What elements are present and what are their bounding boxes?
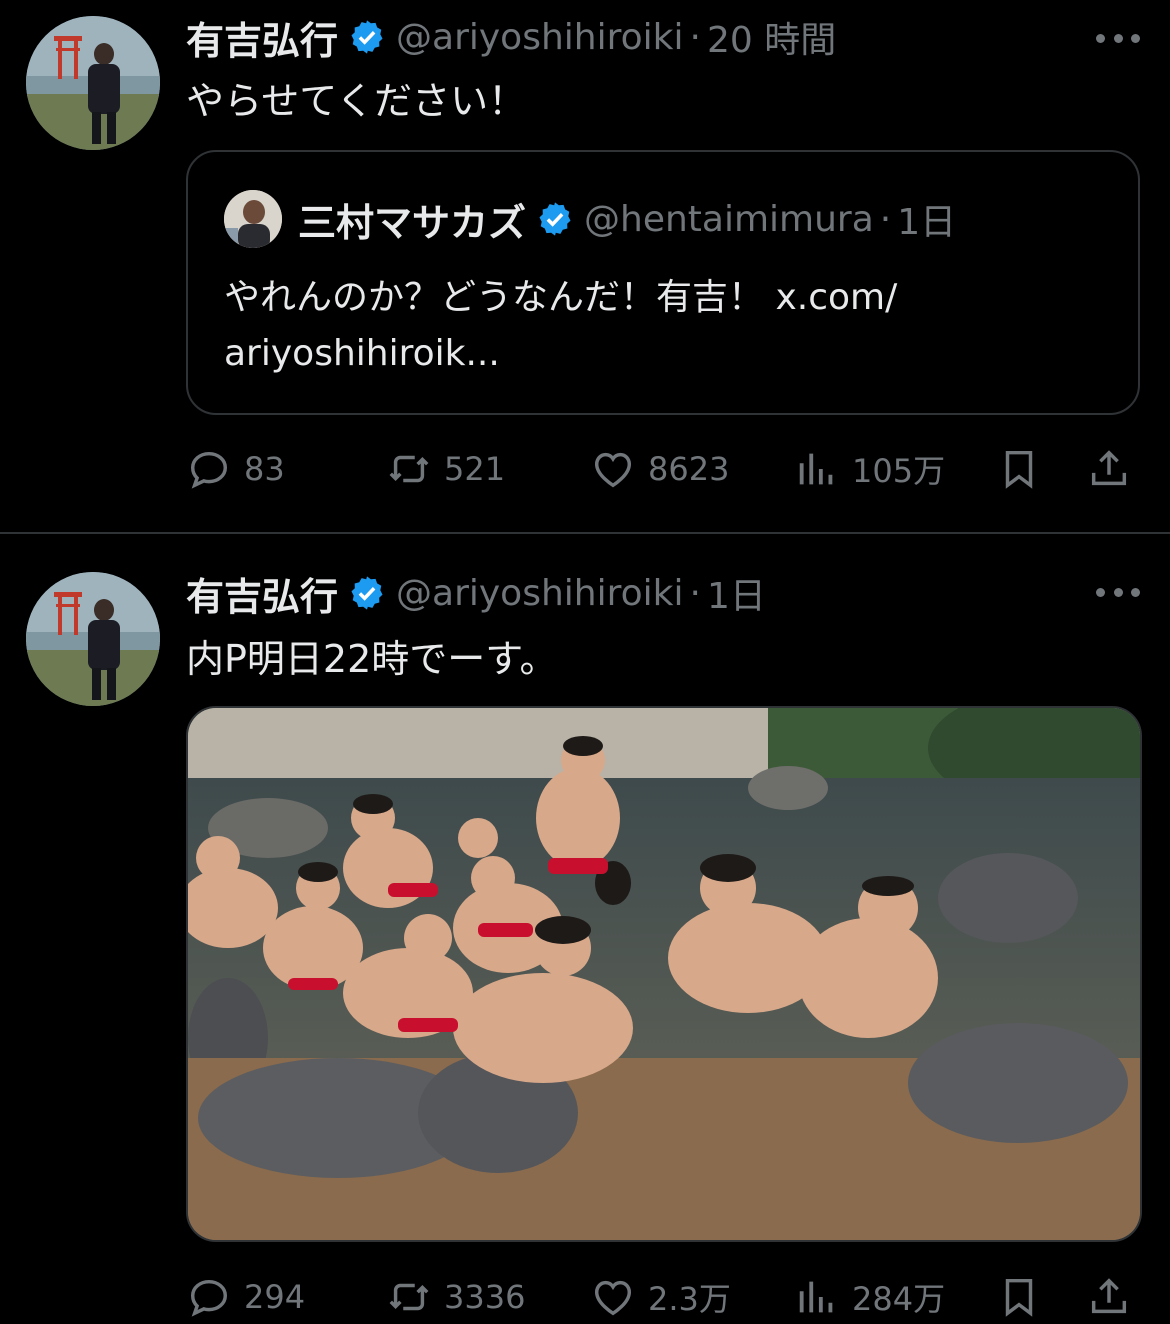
tweet-text: やらせてください！	[186, 79, 527, 123]
action-bar: 83 521 8623 105万	[186, 444, 1136, 494]
like-button[interactable]: 8623	[590, 444, 729, 494]
separator: ·	[689, 572, 701, 614]
share-button[interactable]	[1086, 1272, 1132, 1322]
retweet-icon	[389, 1283, 429, 1311]
reply-button[interactable]: 294	[186, 1272, 305, 1322]
reply-icon	[190, 1279, 228, 1317]
author-handle: @hentaimimura	[584, 198, 874, 240]
retweet-button[interactable]: 3336	[386, 1272, 525, 1322]
avatar	[224, 190, 282, 248]
reply-icon	[190, 451, 228, 489]
retweet-count: 3336	[444, 1278, 526, 1316]
share-icon	[1091, 1278, 1127, 1314]
action-bar: 294 3336 2.3万 284万	[186, 1272, 1136, 1322]
retweet-icon	[389, 455, 429, 483]
share-button[interactable]	[1086, 444, 1132, 494]
view-count: 105万	[852, 452, 946, 490]
retweet-count: 521	[444, 450, 506, 488]
views-icon	[799, 1281, 833, 1313]
avatar[interactable]	[26, 16, 160, 150]
reply-button[interactable]: 83	[186, 444, 285, 494]
timestamp: 1日	[897, 202, 957, 243]
author-handle[interactable]: @ariyoshihiroiki	[396, 17, 683, 58]
separator: ·	[689, 16, 701, 58]
tweet[interactable]: 有吉弘行 @ariyoshihiroiki · 20 時間 やらせてください！ …	[0, 0, 1170, 532]
avatar[interactable]	[26, 572, 160, 706]
retweet-button[interactable]: 521	[386, 444, 505, 494]
author-handle[interactable]: @ariyoshihiroiki	[396, 573, 683, 614]
reply-count: 83	[244, 450, 285, 488]
author-name: 三村マサカズ	[298, 200, 527, 245]
bookmark-icon	[1005, 1278, 1033, 1317]
tweet-header: 有吉弘行 @ariyoshihiroiki · 1日	[186, 566, 766, 621]
views-button[interactable]: 284万	[794, 1272, 945, 1322]
like-icon	[594, 452, 632, 488]
like-icon	[594, 1280, 632, 1316]
author-name[interactable]: 有吉弘行	[186, 566, 338, 621]
reply-count: 294	[244, 1278, 306, 1316]
more-icon[interactable]	[1096, 582, 1140, 602]
views-icon	[799, 453, 833, 485]
timestamp[interactable]: 20 時間	[707, 11, 836, 63]
share-icon	[1091, 450, 1127, 486]
views-button[interactable]: 105万	[794, 444, 945, 494]
bookmark-button[interactable]	[996, 1272, 1042, 1322]
like-button[interactable]: 2.3万	[590, 1272, 731, 1322]
verified-badge-icon	[351, 576, 383, 610]
bookmark-button[interactable]	[996, 444, 1042, 494]
bookmark-icon	[1005, 450, 1033, 489]
like-count: 8623	[648, 450, 730, 488]
quoted-tweet-header: 三村マサカズ @hentaimimura · 1日	[298, 194, 957, 245]
tweet-image[interactable]	[186, 706, 1142, 1242]
tweet-text: 内P明日22時でーす。	[186, 637, 558, 681]
quoted-tweet-text: やれんのか？どうなんだ！有吉！ x.com/ ariyoshihiroik...	[224, 277, 898, 374]
tweet[interactable]: 有吉弘行 @ariyoshihiroiki · 1日 内P明日22時でーす。 2…	[0, 534, 1170, 1324]
separator: ·	[879, 198, 892, 240]
verified-badge-icon	[351, 20, 383, 54]
author-name[interactable]: 有吉弘行	[186, 10, 338, 65]
quoted-tweet[interactable]: 三村マサカズ @hentaimimura · 1日 やれんのか？どうなんだ！有吉…	[186, 150, 1140, 415]
verified-badge-icon	[539, 202, 571, 236]
tweet-header: 有吉弘行 @ariyoshihiroiki · 20 時間	[186, 10, 836, 65]
timestamp[interactable]: 1日	[707, 567, 766, 619]
like-count: 2.3万	[648, 1280, 731, 1318]
more-icon[interactable]	[1096, 28, 1140, 48]
view-count: 284万	[852, 1280, 946, 1318]
